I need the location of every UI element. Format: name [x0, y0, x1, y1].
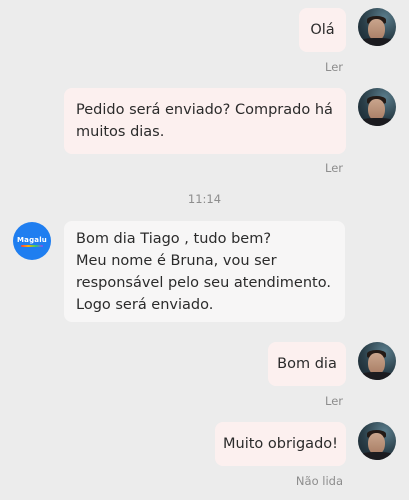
message-bubble[interactable]: Muito obrigado! — [215, 422, 346, 466]
user-avatar[interactable] — [358, 342, 396, 380]
message-text: Pedido será enviado? Comprado há muitos … — [76, 102, 333, 140]
message-text: Bom dia — [277, 356, 337, 372]
magalu-logo-avatar[interactable]: Magalu — [13, 222, 51, 260]
brand-logo-bar — [21, 244, 43, 247]
user-avatar[interactable] — [358, 8, 396, 46]
unread-status: Não lida — [295, 474, 343, 488]
user-avatar[interactable] — [358, 422, 396, 460]
brand-logo-text: Magalu — [16, 235, 47, 244]
message-bubble[interactable]: Bom dia — [268, 342, 346, 386]
read-status: Ler — [324, 161, 343, 175]
message-text: Olá — [310, 22, 335, 38]
message-text: Muito obrigado! — [223, 436, 338, 452]
read-status: Ler — [324, 60, 343, 74]
message-text: Bom dia Tiago , tudo bem? Meu nome é Bru… — [76, 230, 331, 313]
timestamp: 11:14 — [187, 192, 222, 206]
message-bubble[interactable]: Bom dia Tiago , tudo bem? Meu nome é Bru… — [64, 221, 345, 322]
read-status: Ler — [324, 394, 343, 408]
user-avatar[interactable] — [358, 88, 396, 126]
message-bubble[interactable]: Pedido será enviado? Comprado há muitos … — [64, 88, 346, 154]
message-bubble[interactable]: Olá — [299, 8, 346, 52]
